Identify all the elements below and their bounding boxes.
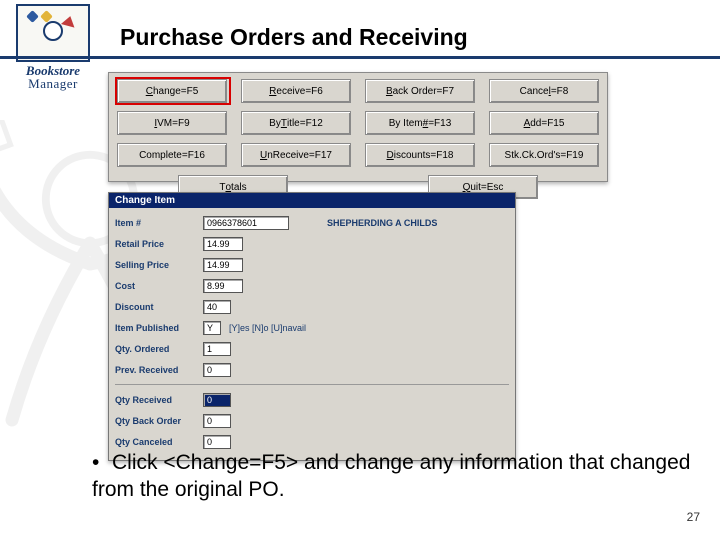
instruction-bullet: •Click <Change=F5> and change any inform…	[92, 450, 692, 504]
by-item-button[interactable]: By Item #=F13	[365, 111, 475, 135]
back-order-button[interactable]: Back Order=F7	[365, 79, 475, 103]
prev-received-label: Prev. Received	[115, 365, 203, 375]
retail-label: Retail Price	[115, 239, 203, 249]
item-description: SHEPHERDING A CHILDS	[327, 218, 437, 228]
item-no-label: Item #	[115, 218, 203, 228]
published-label: Item Published	[115, 323, 203, 333]
selling-label: Selling Price	[115, 260, 203, 270]
cost-label: Cost	[115, 281, 203, 291]
receive-button[interactable]: Receive=F6	[241, 79, 351, 103]
logo-text-2: Manager	[10, 77, 96, 90]
page-title: Purchase Orders and Receiving	[120, 24, 468, 51]
qty-ordered-input[interactable]	[203, 342, 231, 356]
unreceive-button[interactable]: UnReceive=F17	[241, 143, 351, 167]
published-input[interactable]	[203, 321, 221, 335]
bullet-dot: •	[92, 450, 112, 477]
retail-input[interactable]	[203, 237, 243, 251]
change-item-dialog: Change Item Item # SHEPHERDING A CHILDS …	[108, 192, 516, 461]
add-button[interactable]: Add=F15	[489, 111, 599, 135]
qty-received-label: Qty Received	[115, 395, 203, 405]
item-no-input[interactable]	[203, 216, 289, 230]
qty-canceled-input[interactable]	[203, 435, 231, 449]
cost-input[interactable]	[203, 279, 243, 293]
complete-button[interactable]: Complete=F16	[117, 143, 227, 167]
qty-backorder-label: Qty Back Order	[115, 416, 203, 426]
logo-icon	[16, 4, 90, 62]
stkck-button[interactable]: Stk.Ck.Ord's=F19	[489, 143, 599, 167]
title-rule	[0, 56, 720, 59]
discount-input[interactable]	[203, 300, 231, 314]
action-button-panel: Change=F5 Receive=F6 Back Order=F7 Cance…	[108, 72, 608, 182]
ivm-button[interactable]: IVM=F9	[117, 111, 227, 135]
prev-received-input[interactable]	[203, 363, 231, 377]
change-button[interactable]: Change=F5	[117, 79, 227, 103]
qty-backorder-input[interactable]	[203, 414, 231, 428]
logo: Bookstore Manager	[10, 4, 96, 90]
selling-input[interactable]	[203, 258, 243, 272]
discounts-button[interactable]: Discounts=F18	[365, 143, 475, 167]
dialog-title: Change Item	[109, 193, 515, 208]
cancel-button[interactable]: Cancel=F8	[489, 79, 599, 103]
qty-ordered-label: Qty. Ordered	[115, 344, 203, 354]
by-title-button[interactable]: By Title=F12	[241, 111, 351, 135]
published-hint: [Y]es [N]o [U]navail	[229, 323, 306, 333]
qty-received-input[interactable]	[203, 393, 231, 407]
page-number: 27	[687, 510, 700, 524]
qty-canceled-label: Qty Canceled	[115, 437, 203, 447]
separator	[115, 384, 509, 385]
discount-label: Discount	[115, 302, 203, 312]
instruction-text: Click <Change=F5> and change any informa…	[92, 451, 690, 501]
